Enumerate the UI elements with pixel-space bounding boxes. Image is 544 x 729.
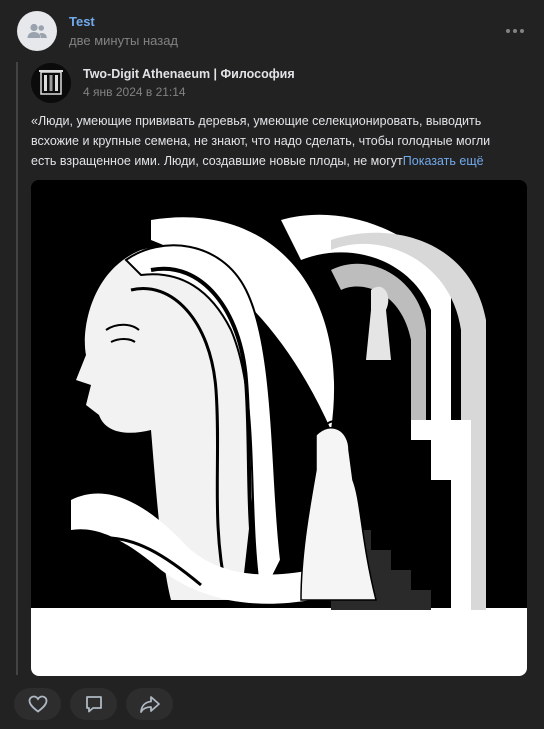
athenaeum-logo-icon [31, 63, 71, 103]
like-button[interactable] [14, 688, 61, 720]
post-text-line: есть взращенное ими. Люди, создавшие нов… [31, 154, 484, 168]
heart-icon [28, 695, 47, 713]
post-image[interactable] [31, 180, 527, 676]
repost-divider [16, 62, 18, 675]
share-button[interactable] [126, 688, 173, 720]
repost-source-name[interactable]: Two-Digit Athenaeum | Философия [83, 67, 295, 81]
post-text-line: всхожие и крупные семена, не знают, что … [31, 134, 491, 148]
author-avatar[interactable] [17, 11, 57, 51]
post-actions [14, 688, 173, 720]
share-icon [139, 696, 160, 713]
show-more-link[interactable]: Показать ещё [403, 154, 484, 168]
repost-source-avatar[interactable] [31, 63, 71, 103]
artwork-illustration [31, 180, 527, 676]
post-text-line: «Люди, умеющие прививать деревья, умеющи… [31, 114, 482, 128]
more-button[interactable] [502, 22, 528, 40]
post-header: Test две минуты назад [0, 0, 544, 60]
comment-button[interactable] [70, 688, 117, 720]
post-time[interactable]: две минуты назад [69, 33, 178, 48]
post-text: «Люди, умеющие прививать деревья, умеющи… [31, 111, 531, 171]
comment-icon [85, 696, 102, 713]
repost-date[interactable]: 4 янв 2024 в 21:14 [83, 85, 186, 99]
more-dots-icon [506, 29, 510, 33]
group-icon [27, 23, 47, 38]
author-name[interactable]: Test [69, 14, 95, 29]
